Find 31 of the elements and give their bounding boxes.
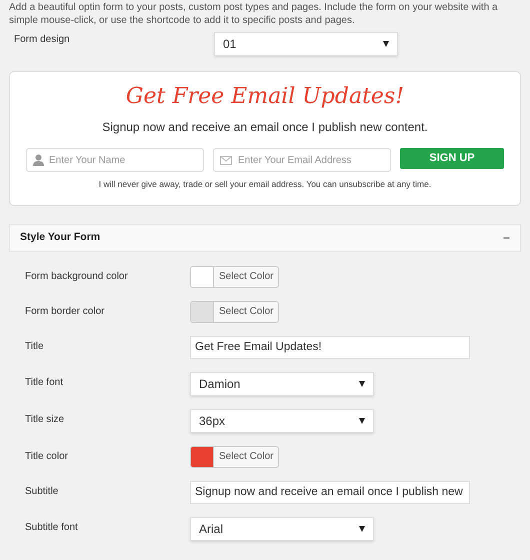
dropdown[interactable]: Damion — [190, 372, 374, 396]
setting-label: Title size — [24, 412, 66, 427]
caret-icon — [383, 41, 389, 47]
dropdown[interactable]: 36px — [190, 408, 374, 433]
caret-icon — [359, 418, 365, 424]
intro-text: Add a beautiful optin form to your posts, custom post types and pages. Include the form on your website with a simple mouse-click, or use the shortcode to add it to specific posts and pages. — [8, 1, 499, 27]
text-field[interactable]: Signup now and receive an email once I publish new — [190, 480, 470, 504]
color-picker-button[interactable]: Select Color — [190, 446, 280, 468]
text-field[interactable]: Get Free Email Updates! — [190, 336, 470, 359]
setting-label: Subtitle font — [24, 520, 79, 535]
setting-label: Form background color — [24, 270, 129, 284]
caret-icon — [359, 526, 365, 532]
setting-label: Title color — [24, 450, 69, 464]
privacy-note: I will never give away, trade or sell your email address. You can unsubscribe at any time. — [98, 178, 432, 191]
dropdown[interactable]: Arial — [190, 516, 374, 541]
setting-label: Title font — [24, 376, 64, 390]
preview-subtitle: Signup now and receive an email once I publish new content. — [102, 119, 428, 136]
color-picker-button[interactable]: Select Color — [190, 266, 280, 288]
person-icon — [33, 154, 44, 166]
setting-label: Form design — [13, 33, 71, 47]
section-title: Style Your Form — [20, 230, 100, 245]
caret-icon — [359, 380, 365, 387]
collapse-toggle[interactable]: − — [502, 228, 510, 247]
dropdown[interactable]: 01 — [214, 32, 398, 56]
section-header[interactable]: Style Your Form − — [9, 224, 521, 252]
color-picker-button[interactable]: Select Color — [190, 300, 280, 323]
envelope-icon — [220, 156, 232, 164]
setting-label: Subtitle — [24, 484, 60, 499]
preview-title: Get Free Email Updates! — [126, 83, 404, 111]
setting-label: Form border color — [24, 304, 106, 319]
setting-label: Title — [24, 340, 45, 354]
